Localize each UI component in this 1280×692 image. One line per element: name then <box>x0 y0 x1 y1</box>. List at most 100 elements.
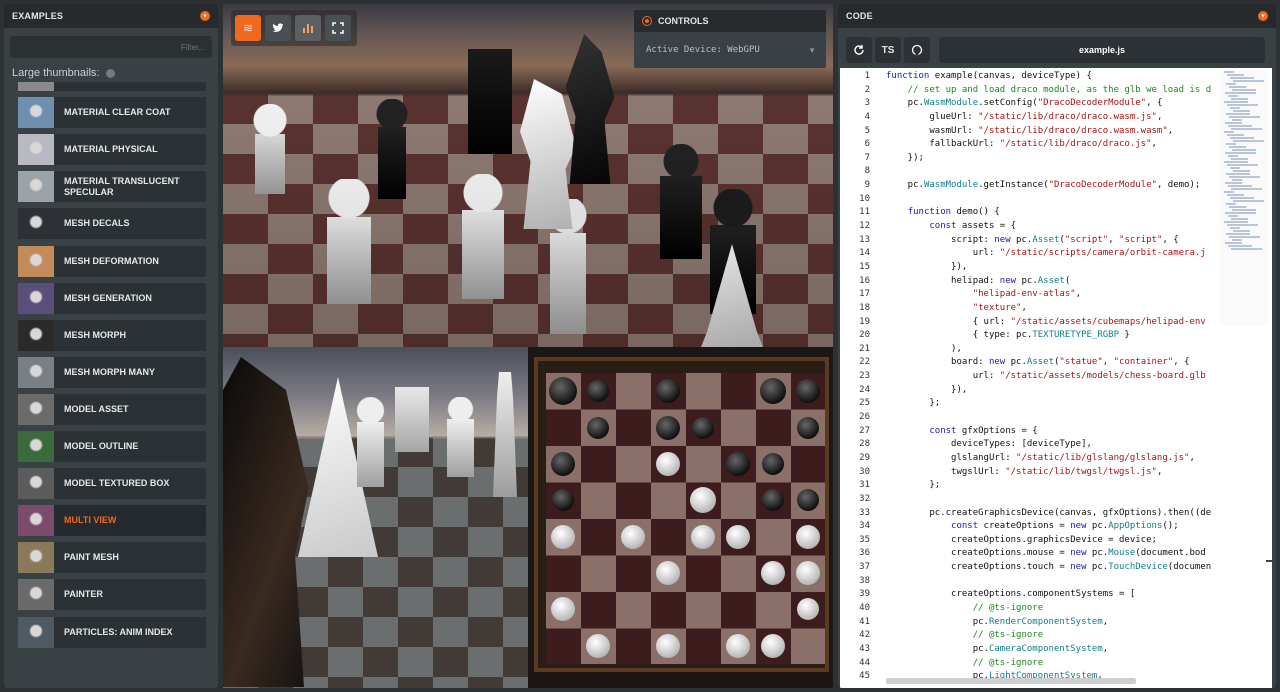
code-editor[interactable]: 1 2 3 4 5 6 7 8 9 10 11 12 13 14 15 16 17 18 19 20 21 22 23 24 2… <box>840 68 1272 688</box>
code-line[interactable]: // @ts-ignore <box>886 602 1222 616</box>
code-line[interactable]: script: new pc.Asset("script", "script",… <box>886 234 1222 248</box>
example-item[interactable]: MULTI VIEW <box>18 505 206 537</box>
vertical-scroll-marker[interactable] <box>1266 560 1272 562</box>
twitter-icon[interactable] <box>265 15 291 41</box>
code-line[interactable]: ), <box>886 343 1222 357</box>
large-thumbnails-toggle[interactable] <box>106 68 116 78</box>
minimap-line <box>1224 161 1248 163</box>
code-panel-header[interactable]: CODE ▾ <box>838 4 1276 28</box>
code-line[interactable]: createOptions.componentSystems = [ <box>886 588 1222 602</box>
reload-icon[interactable] <box>846 37 872 63</box>
chevron-down-icon[interactable]: ▼ <box>808 46 816 55</box>
example-item[interactable]: MATERIAL CLEAR COAT <box>18 97 206 129</box>
file-tab[interactable]: example.js <box>939 37 1265 63</box>
example-item[interactable]: MESH DEFORMATION <box>18 245 206 277</box>
minimap-line <box>1224 191 1234 193</box>
code-line[interactable]: deviceTypes: [deviceType], <box>886 438 1222 452</box>
examples-panel-header[interactable]: EXAMPLES ▾ <box>4 4 218 28</box>
code-line[interactable] <box>886 165 1222 179</box>
code-line[interactable]: // @ts-ignore <box>886 657 1222 671</box>
code-line[interactable]: glslangUrl: "/static/lib/glslang/glslang… <box>886 452 1222 466</box>
code-line[interactable] <box>886 493 1222 507</box>
filter-input[interactable] <box>10 36 212 58</box>
code-line[interactable]: pc.WasmModule.setConfig("DracoDecoderMod… <box>886 97 1222 111</box>
example-item[interactable]: MODEL OUTLINE <box>18 431 206 462</box>
code-line[interactable] <box>886 575 1222 589</box>
code-line[interactable]: const gfxOptions = { <box>886 425 1222 439</box>
code-line[interactable]: }), <box>886 384 1222 398</box>
active-device-select[interactable]: Active Device: WebGPU ▼ <box>634 32 826 68</box>
code-line[interactable]: }; <box>886 479 1222 493</box>
code-line[interactable]: createOptions.touch = new pc.TouchDevice… <box>886 561 1222 575</box>
code-line[interactable]: function demo() { <box>886 206 1222 220</box>
typescript-toggle-button[interactable]: TS <box>875 37 901 63</box>
example-item[interactable]: PAINT MESH <box>18 542 206 574</box>
code-line[interactable]: pc.createGraphicsDevice(canvas, gfxOptio… <box>886 507 1222 521</box>
white-piece <box>795 524 820 549</box>
example-item[interactable]: MESH DECALS <box>18 208 206 240</box>
code-line[interactable]: { type: pc.TEXTURETYPE_RGBP } <box>886 329 1222 343</box>
code-minimap[interactable] <box>1220 70 1268 326</box>
example-item[interactable]: MESH GENERATION <box>18 282 206 314</box>
code-line[interactable]: board: new pc.Asset("statue", "container… <box>886 356 1222 370</box>
horizontal-scrollbar[interactable] <box>886 678 1136 684</box>
minimap-line <box>1229 146 1246 148</box>
code-line[interactable]: createOptions.graphicsDevice = device; <box>886 534 1222 548</box>
example-item[interactable]: PARTICLES: ANIM INDEX <box>18 616 206 648</box>
code-line[interactable]: "helipad-env-atlas", <box>886 288 1222 302</box>
code-line[interactable]: }), <box>886 261 1222 275</box>
line-number: 18 <box>859 302 870 313</box>
code-line[interactable]: url: "/static/scripts/camera/orbit-camer… <box>886 247 1222 261</box>
code-line[interactable]: "texture", <box>886 302 1222 316</box>
playcanvas-logo-icon[interactable]: ≋ <box>235 15 261 41</box>
code-lines[interactable]: function example(canvas, deviceType) { /… <box>886 70 1222 684</box>
example-item[interactable]: MESH MORPH MANY <box>18 356 206 388</box>
code-line[interactable]: { url: "/static/assets/cubemaps/helipad-… <box>886 316 1222 330</box>
code-line[interactable]: // @ts-ignore <box>886 629 1222 643</box>
code-line[interactable]: const assets = { <box>886 220 1222 234</box>
examples-panel-title: EXAMPLES <box>12 11 64 21</box>
code-line[interactable]: }; <box>886 397 1222 411</box>
line-number: 20 <box>859 330 870 341</box>
collapse-icon[interactable]: ▾ <box>1258 11 1268 21</box>
code-line[interactable]: const createOptions = new pc.AppOptions(… <box>886 520 1222 534</box>
code-toolbar: TS example.js <box>838 34 1276 66</box>
example-item[interactable]: MATERIAL PHYSICAL <box>18 134 206 166</box>
fullscreen-icon[interactable] <box>325 15 351 41</box>
code-line[interactable]: glueUrl: "/static/lib/draco/draco.wasm.j… <box>886 111 1222 125</box>
code-line[interactable]: // set up and load draco module, as the … <box>886 84 1222 98</box>
code-line[interactable]: pc.RenderComponentSystem, <box>886 616 1222 630</box>
active-device-label: Active Device: WebGPU <box>646 45 760 55</box>
minimap-line <box>1226 173 1250 175</box>
code-line[interactable]: }); <box>886 152 1222 166</box>
code-line[interactable]: twgslUrl: "/static/lib/twgsl/twgsl.js", <box>886 466 1222 480</box>
code-line[interactable] <box>886 411 1222 425</box>
collapse-icon[interactable]: ▾ <box>200 11 210 21</box>
large-thumbnails-row: Large thumbnails: <box>12 64 210 82</box>
viewport[interactable]: ≋ CONTROLS Active Device: WebGPU ▼ <box>223 4 833 688</box>
example-item[interactable]: MESH MORPH <box>18 319 206 351</box>
white-pawn <box>313 179 385 304</box>
code-line[interactable]: pc.WasmModule.getInstance("DracoDecoderM… <box>886 179 1222 193</box>
example-item[interactable]: MATERIAL BASIC <box>18 82 206 91</box>
code-line[interactable]: fallbackUrl: "/static/lib/draco/draco.js… <box>886 138 1222 152</box>
top-down-camera-view[interactable] <box>528 347 833 688</box>
code-line[interactable]: pc.CameraComponentSystem, <box>886 643 1222 657</box>
stats-icon[interactable] <box>295 15 321 41</box>
example-item[interactable]: MODEL ASSET <box>18 393 206 425</box>
github-icon[interactable] <box>904 37 930 63</box>
code-line[interactable] <box>886 193 1222 207</box>
line-number: 33 <box>859 507 870 518</box>
code-line[interactable]: createOptions.mouse = new pc.Mouse(docum… <box>886 547 1222 561</box>
code-line[interactable]: helipad: new pc.Asset( <box>886 275 1222 289</box>
controls-toggle-icon[interactable] <box>642 16 652 26</box>
code-line[interactable]: function example(canvas, deviceType) { <box>886 70 1222 84</box>
example-item[interactable]: MODEL TEXTURED BOX <box>18 468 206 500</box>
example-item[interactable]: MATERIAL TRANSLUCENT SPECULAR <box>18 171 206 203</box>
perspective-camera-view[interactable] <box>223 347 528 688</box>
code-line[interactable]: url: "/static/assets/models/chess-board.… <box>886 370 1222 384</box>
white-piece <box>656 561 681 586</box>
example-item[interactable]: PAINTER <box>18 579 206 611</box>
code-line[interactable]: wasmUrl: "/static/lib/draco/draco.wasm.w… <box>886 125 1222 139</box>
controls-header[interactable]: CONTROLS <box>634 10 826 32</box>
